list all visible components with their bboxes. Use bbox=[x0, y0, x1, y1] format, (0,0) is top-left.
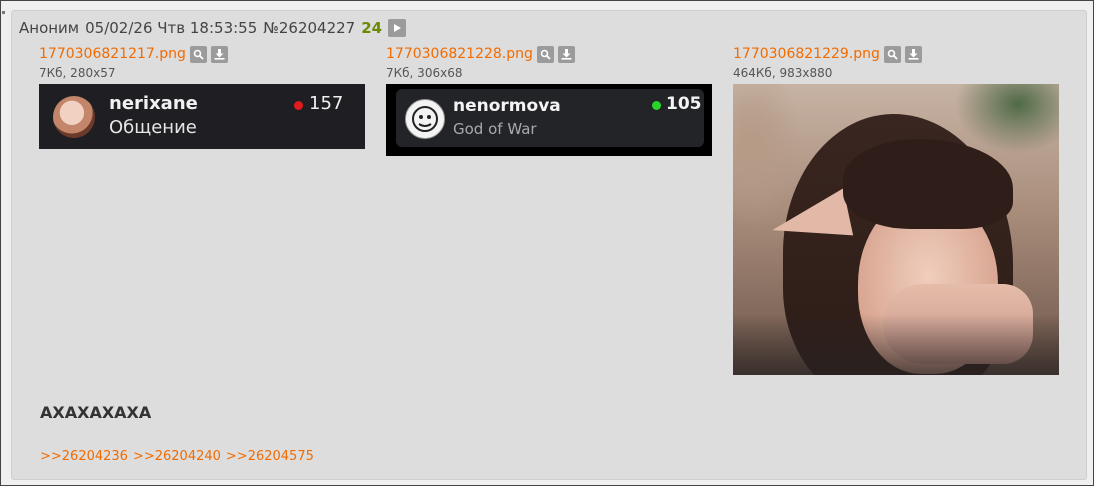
page-frame: Аноним 05/02/26 Чтв 18:53:55 №26204227 2… bbox=[0, 0, 1094, 486]
download-icon[interactable] bbox=[210, 45, 228, 63]
file-1-meta: 7Кб, 280x57 bbox=[39, 66, 116, 80]
file-2-meta: 7Кб, 306x68 bbox=[386, 66, 463, 80]
post-number[interactable]: №26204227 bbox=[263, 19, 355, 37]
magnifier-icon[interactable] bbox=[189, 45, 207, 63]
file-2-thumbnail[interactable]: nenormova God of War 105 bbox=[386, 84, 712, 156]
post-header: Аноним 05/02/26 Чтв 18:53:55 №26204227 2… bbox=[19, 17, 407, 39]
live-dot-icon bbox=[652, 101, 661, 110]
post-author[interactable]: Аноним bbox=[19, 19, 79, 37]
download-icon[interactable] bbox=[557, 45, 575, 63]
download-icon[interactable] bbox=[904, 45, 922, 63]
avatar bbox=[405, 99, 445, 139]
file-3-name[interactable]: 1770306821229.png bbox=[733, 46, 880, 62]
magnifier-icon[interactable] bbox=[883, 45, 901, 63]
play-icon[interactable] bbox=[388, 19, 407, 37]
file-1: 1770306821217.png 7Кб, 280x57 nerixane О… bbox=[39, 44, 365, 149]
post: Аноним 05/02/26 Чтв 18:53:55 №26204227 2… bbox=[11, 10, 1087, 480]
file-3: 1770306821229.png 464Кб, 983x880 bbox=[733, 44, 1059, 375]
preview-username: nenormova bbox=[453, 96, 561, 116]
corner-mark bbox=[2, 11, 5, 14]
preview-subtitle: God of War bbox=[453, 120, 537, 138]
file-2-name[interactable]: 1770306821228.png bbox=[386, 46, 533, 62]
preview-card: nenormova God of War 105 bbox=[396, 89, 704, 147]
reply-links: >>26204236 >>26204240 >>26204575 bbox=[40, 449, 314, 464]
reply-link[interactable]: >>26204240 bbox=[133, 449, 221, 464]
preview-username: nerixane bbox=[109, 93, 198, 114]
viewer-count: 157 bbox=[309, 93, 344, 114]
file-2: 1770306821228.png 7Кб, 306x68 nenormova … bbox=[386, 44, 712, 156]
preview-subtitle: Общение bbox=[109, 117, 197, 138]
file-3-thumbnail[interactable] bbox=[733, 84, 1059, 375]
reply-link[interactable]: >>26204236 bbox=[40, 449, 128, 464]
file-1-name[interactable]: 1770306821217.png bbox=[39, 46, 186, 62]
reply-link[interactable]: >>26204575 bbox=[226, 449, 314, 464]
post-comment: АХАХАХАХА bbox=[40, 403, 152, 422]
photo-bangs bbox=[843, 139, 1013, 229]
avatar bbox=[53, 96, 95, 138]
photo-shadow bbox=[733, 314, 1059, 375]
viewer-count: 105 bbox=[666, 94, 702, 114]
post-reply-count: 24 bbox=[361, 19, 383, 37]
post-date: 05/02/26 Чтв 18:53:55 bbox=[85, 19, 258, 37]
magnifier-icon[interactable] bbox=[536, 45, 554, 63]
file-1-thumbnail[interactable]: nerixane Общение 157 bbox=[39, 84, 365, 149]
live-dot-icon bbox=[294, 101, 303, 110]
file-3-meta: 464Кб, 983x880 bbox=[733, 66, 833, 80]
